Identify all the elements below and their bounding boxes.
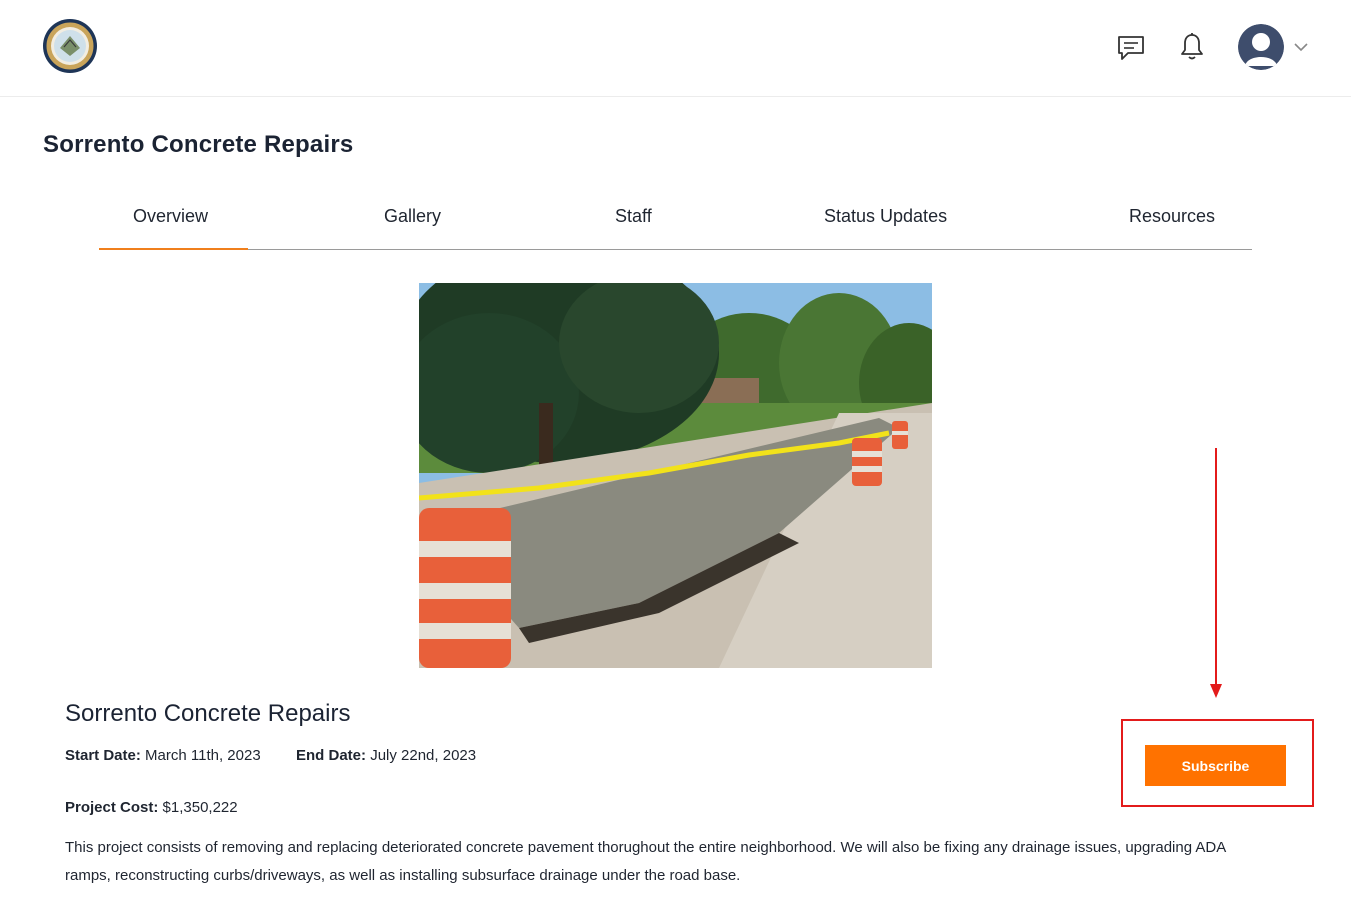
city-seal-logo[interactable] xyxy=(42,18,98,74)
project-cost-value: $1,350,222 xyxy=(162,799,238,816)
tab-resources[interactable]: Resources xyxy=(1129,206,1215,227)
project-cost: Project Cost: $1,350,222 xyxy=(65,799,238,816)
tab-status-updates[interactable]: Status Updates xyxy=(824,206,947,227)
avatar[interactable] xyxy=(1238,24,1284,70)
tab-staff[interactable]: Staff xyxy=(615,206,652,227)
active-tab-indicator xyxy=(99,248,248,250)
start-date-label: Start Date: xyxy=(65,747,141,764)
bell-icon[interactable] xyxy=(1176,30,1208,64)
page-title: Sorrento Concrete Repairs xyxy=(43,131,354,158)
project-photo xyxy=(419,283,932,668)
top-bar xyxy=(0,0,1351,97)
tab-bar: Overview Gallery Staff Status Updates Re… xyxy=(99,196,1252,250)
start-date-value: March 11th, 2023 xyxy=(145,747,261,764)
chat-icon[interactable] xyxy=(1114,32,1148,64)
start-date: Start Date: March 11th, 2023 xyxy=(65,747,261,764)
chevron-down-icon[interactable] xyxy=(1292,40,1310,54)
end-date-label: End Date: xyxy=(296,747,367,764)
subscribe-button[interactable]: Subscribe xyxy=(1145,745,1286,786)
end-date-value: July 22nd, 2023 xyxy=(370,747,477,764)
tab-gallery[interactable]: Gallery xyxy=(384,206,441,227)
annotation-arrow xyxy=(1206,448,1226,700)
tab-overview[interactable]: Overview xyxy=(133,206,208,227)
project-cost-label: Project Cost: xyxy=(65,799,159,816)
project-title: Sorrento Concrete Repairs xyxy=(65,700,351,727)
end-date: End Date: July 22nd, 2023 xyxy=(296,747,476,764)
project-description: This project consists of removing and re… xyxy=(65,839,1226,884)
